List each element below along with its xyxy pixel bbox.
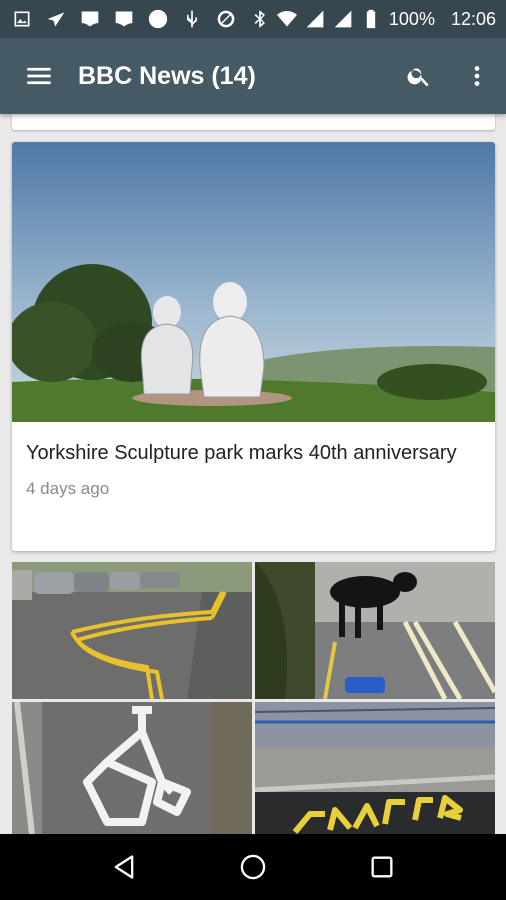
page-title: BBC News (14) [78,61,256,90]
menu-icon [27,67,51,85]
grid-tile[interactable] [255,562,495,699]
news-feed[interactable]: Yorkshire Sculpture park marks 40th anni… [0,114,506,834]
image-grid [12,562,495,834]
status-bar-system: 100% 12:06 [276,8,496,30]
search-button[interactable] [390,38,448,114]
news-timestamp: 4 days ago [26,479,110,498]
sculpture-park-photo [12,142,495,422]
menu-button[interactable] [0,38,78,114]
grid-tile[interactable] [12,702,252,834]
news-headline: Yorkshire Sculpture park marks 40th anni… [26,442,457,464]
dog-yellow-lines-photo [255,562,495,699]
navigation-bar [0,834,506,900]
recents-icon [371,856,393,878]
search-icon [407,68,429,87]
bluetooth-icon [250,9,270,29]
notification-icon [80,9,100,29]
more-options-button[interactable] [448,38,506,114]
clock: 12:06 [450,8,496,29]
more-vert-icon [474,66,480,86]
status-bar-notifications [12,9,270,29]
back-icon [114,855,134,879]
wifi-icon [276,9,297,29]
home-button[interactable] [223,837,283,897]
home-icon [240,854,266,880]
circle-icon [148,9,168,29]
battery-icon [361,9,381,29]
usb-icon [182,9,202,29]
battery-percent: 100% [388,8,435,29]
block-icon [216,9,236,29]
bicycle-marking-photo [12,702,252,834]
recents-button[interactable] [352,837,412,897]
signal-icon [305,9,325,29]
image-icon [12,9,32,29]
status-bar: 100% 12:06 [0,0,506,38]
notification-icon [114,9,134,29]
grid-tile[interactable] [255,702,495,834]
news-card[interactable]: Yorkshire Sculpture park marks 40th anni… [12,142,495,551]
previous-card[interactable] [12,114,495,130]
clear-road-marking-photo [255,702,495,834]
back-button[interactable] [94,837,154,897]
signal-icon [333,9,353,29]
yellow-lines-road-photo [12,562,252,699]
send-icon [46,9,66,29]
grid-tile[interactable] [12,562,252,699]
app-bar: BBC News (14) [0,38,506,114]
